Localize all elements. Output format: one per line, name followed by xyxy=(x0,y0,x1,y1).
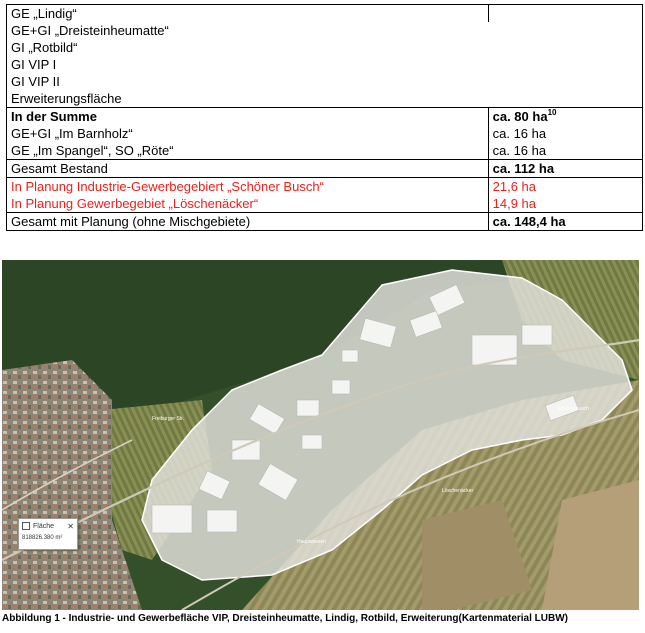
table-cell xyxy=(488,73,644,90)
planned-label: In Planung Gewerbegebiet „Löschenäcker“ xyxy=(6,195,489,213)
table-row-sum: In der Summe ca. 80 ha10 xyxy=(6,107,644,125)
table-cell xyxy=(487,4,644,22)
area-tooltip: Fläche ✕ 818826.380 m² xyxy=(18,518,78,550)
table-row: GI VIP I xyxy=(6,56,644,73)
planned-value: 14,9 ha xyxy=(487,195,644,213)
table-row: GE „Lindig“ xyxy=(6,4,644,22)
table-row-planned: In Planung Industrie-Gewerbegebiert „Sch… xyxy=(6,177,644,195)
map-label: Hauptwiesen xyxy=(297,539,326,545)
table-cell xyxy=(488,22,644,39)
table-cell: ca. 16 ha xyxy=(487,142,644,160)
planned-label: In Planung Industrie-Gewerbegebiert „Sch… xyxy=(6,177,489,195)
table-cell: GI „Rotbild“ xyxy=(6,39,489,56)
table-row: GE „Im Spangel“, SO „Röte“ ca. 16 ha xyxy=(6,142,644,160)
table-cell xyxy=(488,56,644,73)
map-label: Löschenäcker xyxy=(442,488,473,494)
map-label: Freiburger Str. xyxy=(152,416,184,422)
footnote-marker: 10 xyxy=(547,107,557,117)
table-cell xyxy=(488,39,644,56)
table-cell xyxy=(488,90,644,108)
map-label: Schönerbusch xyxy=(557,406,589,412)
tooltip-value: 818826.380 m² xyxy=(22,535,63,541)
figure-caption: Abbildung 1 - Industrie- und Gewerbefläc… xyxy=(2,613,568,624)
close-icon[interactable]: ✕ xyxy=(67,522,74,531)
table-cell: GE+GI „Dreisteinheumatte“ xyxy=(6,22,489,39)
total-label: Gesamt Bestand xyxy=(6,159,489,178)
table-row: Erweiterungsfläche xyxy=(6,90,644,108)
table-row: GI VIP II xyxy=(6,73,644,90)
aerial-map[interactable]: Schönerbusch Löschenäcker Hauptwiesen Fr… xyxy=(2,260,639,610)
total-value: ca. 112 ha xyxy=(487,159,644,178)
area-table: GE „Lindig“ GE+GI „Dreisteinheumatte“ GI… xyxy=(6,4,644,231)
table-row: GI „Rotbild“ xyxy=(6,39,644,56)
sum-label: In der Summe xyxy=(6,107,489,125)
table-cell: Erweiterungsfläche xyxy=(6,90,489,108)
table-cell: GE+GI „Im Barnholz“ xyxy=(6,125,489,142)
table-cell: GE „Im Spangel“, SO „Röte“ xyxy=(6,142,489,160)
grand-label: Gesamt mit Planung (ohne Mischgebiete) xyxy=(6,212,489,231)
table-cell: GI VIP I xyxy=(6,56,489,73)
table-cell: GI VIP II xyxy=(6,73,489,90)
area-icon xyxy=(22,522,30,530)
grand-value: ca. 148,4 ha xyxy=(487,212,644,231)
table-cell: ca. 16 ha xyxy=(487,125,644,142)
table-cell: GE „Lindig“ xyxy=(6,4,489,22)
sum-value-cell: ca. 80 ha10 xyxy=(487,107,644,125)
aerial-image: Schönerbusch Löschenäcker Hauptwiesen Fr… xyxy=(2,260,639,610)
table-row-planned: In Planung Gewerbegebiet „Löschenäcker“ … xyxy=(6,195,644,213)
table-row: GE+GI „Dreisteinheumatte“ xyxy=(6,22,644,39)
tooltip-header: Fläche ✕ xyxy=(19,519,77,531)
tooltip-title: Fläche xyxy=(33,522,55,530)
table-row-total: Gesamt Bestand ca. 112 ha xyxy=(6,159,644,178)
sum-value: ca. 80 ha xyxy=(492,109,548,124)
table-row: GE+GI „Im Barnholz“ ca. 16 ha xyxy=(6,125,644,142)
planned-value: 21,6 ha xyxy=(487,177,644,195)
table-row-grand: Gesamt mit Planung (ohne Mischgebiete) c… xyxy=(6,212,644,231)
